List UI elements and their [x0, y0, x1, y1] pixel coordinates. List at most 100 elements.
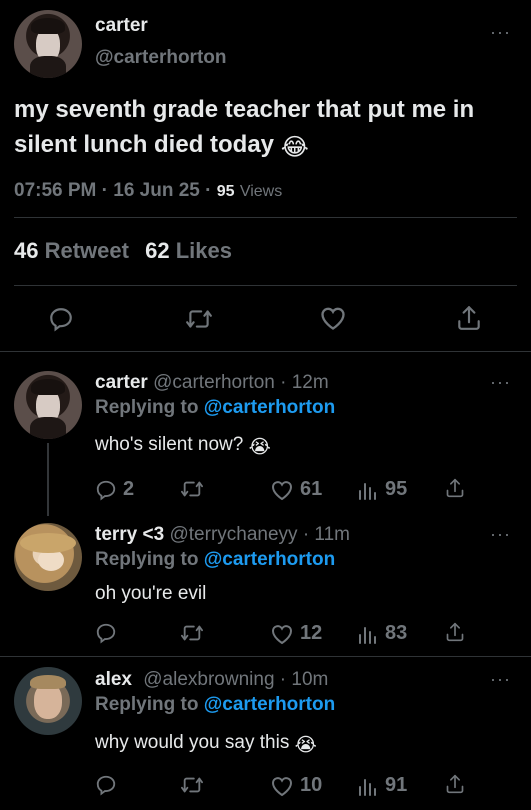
avatar-terry[interactable]: [14, 523, 82, 591]
retweet-button[interactable]: [180, 774, 210, 796]
main-tweet-meta: 07:56 PM · 16 Jun 25 · 95 Views: [14, 180, 282, 202]
thread-line: [47, 443, 49, 516]
reply-body: why would you say this: [95, 732, 290, 753]
views-button[interactable]: 83: [357, 622, 407, 645]
main-tweet-date[interactable]: 16 Jun 25: [113, 180, 200, 201]
reply-views-count: 95: [385, 478, 408, 500]
replying-to-prefix: Replying to: [95, 397, 199, 418]
share-button[interactable]: [445, 773, 465, 795]
share-upload-icon: [446, 622, 464, 642]
replying-to-link[interactable]: @carterhorton: [204, 397, 336, 418]
retweet-arrows-icon: [181, 625, 203, 641]
share-upload-icon: [446, 478, 464, 498]
crying-emoji-icon: 😭: [248, 436, 271, 458]
retweets-count[interactable]: 46: [14, 238, 38, 263]
speech-bubble-icon: [96, 480, 116, 501]
share-upload-icon: [458, 306, 480, 330]
laughing-tears-emoji-icon: 😂: [280, 133, 309, 161]
replying-to-link[interactable]: @carterhorton: [204, 694, 336, 715]
speech-bubble-icon: [96, 775, 116, 796]
reply-likes-count: 12: [300, 622, 323, 644]
reply-button[interactable]: [95, 774, 123, 796]
reply-more-options-icon[interactable]: ···: [490, 524, 511, 545]
meta-separator: ·: [205, 180, 212, 201]
replying-to-prefix: Replying to: [95, 694, 199, 715]
like-button[interactable]: 61: [270, 478, 322, 501]
main-more-options-icon[interactable]: ···: [490, 22, 511, 43]
likes-label[interactable]: Likes: [176, 238, 232, 263]
heart-icon: [271, 776, 293, 796]
retweet-button[interactable]: [180, 478, 210, 500]
likes-count[interactable]: 62: [145, 238, 169, 263]
reply-text: why would you say this 😭: [95, 732, 317, 756]
reply-button[interactable]: [48, 306, 74, 332]
main-tweet-text: my seventh grade teacher that put me in …: [14, 92, 514, 165]
like-button[interactable]: 12: [270, 622, 322, 645]
divider: [0, 656, 531, 657]
reply-time[interactable]: · 12m: [280, 372, 329, 393]
reply-header: carter @carterhorton · 12m: [95, 372, 329, 394]
share-upload-icon: [446, 774, 464, 794]
heart-icon: [271, 624, 293, 644]
reply-views-count: 91: [385, 774, 408, 796]
speech-bubble-icon: [96, 623, 116, 644]
divider: [14, 285, 517, 286]
bar-chart-icon: [359, 482, 376, 500]
reply-more-options-icon[interactable]: ···: [490, 372, 511, 393]
reply-button[interactable]: 2: [95, 478, 134, 501]
replying-to-link[interactable]: @carterhorton: [204, 549, 336, 570]
reply-body: oh you're evil: [95, 583, 207, 604]
reply-text: oh you're evil: [95, 583, 206, 605]
reply-likes-count: 61: [300, 478, 323, 500]
main-author-handle[interactable]: @carterhorton: [95, 47, 227, 69]
share-button[interactable]: [456, 304, 482, 332]
avatar-carter[interactable]: [14, 371, 82, 439]
reply-author-name[interactable]: alex: [95, 669, 132, 690]
bar-chart-icon: [359, 778, 376, 796]
retweet-arrows-icon: [181, 481, 203, 497]
reply-time[interactable]: · 10m: [280, 669, 329, 690]
retweet-arrows-icon: [186, 310, 212, 328]
engagement-stats: 46 Retweet 62 Likes: [14, 238, 232, 264]
reply-header: terry <3 @terrychaneyy · 11m: [95, 524, 350, 546]
reply-button[interactable]: [95, 622, 123, 644]
like-button[interactable]: 10: [270, 774, 322, 797]
reply-body: who's silent now?: [95, 434, 244, 455]
heart-icon: [271, 480, 293, 500]
replying-to-prefix: Replying to: [95, 549, 199, 570]
crying-emoji-icon: 😭: [294, 734, 317, 756]
main-tweet-body: my seventh grade teacher that put me in …: [14, 96, 475, 158]
reply-views-count: 83: [385, 622, 408, 644]
reply-author-handle[interactable]: @terrychaneyy: [169, 524, 297, 545]
reply-author-handle[interactable]: @carterhorton: [153, 372, 275, 393]
meta-separator: ·: [101, 180, 108, 201]
heart-icon: [321, 307, 345, 330]
reply-header: alex @alexbrowning · 10m: [95, 669, 328, 691]
retweets-label[interactable]: Retweet: [45, 238, 129, 263]
retweet-button[interactable]: [180, 622, 210, 644]
reply-author-name[interactable]: terry <3: [95, 524, 164, 545]
views-button[interactable]: 95: [357, 478, 407, 501]
avatar-alex[interactable]: [14, 667, 82, 735]
main-tweet-views-count: 95: [216, 183, 235, 200]
like-button[interactable]: [319, 305, 347, 331]
reply-text: who's silent now? 😭: [95, 434, 271, 458]
reply-more-options-icon[interactable]: ···: [490, 669, 511, 690]
divider: [14, 217, 517, 218]
main-tweet-time[interactable]: 07:56 PM: [14, 180, 96, 201]
share-button[interactable]: [445, 621, 465, 643]
main-tweet-views-label: Views: [239, 183, 283, 200]
divider: [0, 351, 531, 352]
retweet-arrows-icon: [181, 777, 203, 793]
avatar-carter[interactable]: [14, 10, 82, 78]
views-button[interactable]: 91: [357, 774, 407, 797]
reply-comments-count: 2: [123, 478, 135, 500]
retweet-button[interactable]: [185, 306, 213, 332]
reply-author-name[interactable]: carter: [95, 372, 148, 393]
share-button[interactable]: [445, 477, 465, 499]
main-author-name[interactable]: carter: [95, 15, 148, 37]
reply-time[interactable]: · 11m: [303, 524, 350, 545]
reply-author-handle[interactable]: @alexbrowning: [143, 669, 274, 690]
reply-likes-count: 10: [300, 774, 323, 796]
speech-bubble-icon: [50, 308, 72, 332]
